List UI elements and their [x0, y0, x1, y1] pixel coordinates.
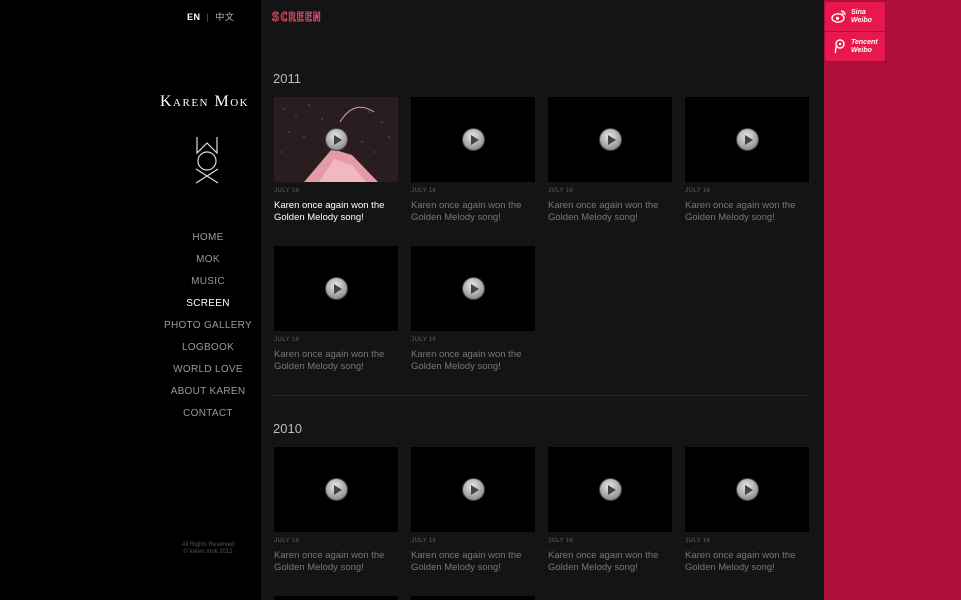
- video-card[interactable]: JULY 16 Karen once again won the Golden …: [411, 97, 535, 223]
- video-date: JULY 16: [411, 188, 437, 194]
- play-icon[interactable]: [462, 478, 485, 501]
- play-icon[interactable]: [325, 277, 348, 300]
- copyright-line-2: © karen mok 2012: [183, 549, 233, 555]
- mok-logo-icon[interactable]: [192, 135, 222, 185]
- section-divider: [273, 395, 809, 396]
- video-title[interactable]: Karen once again won the Golden Melody s…: [411, 200, 535, 223]
- video-thumbnail[interactable]: [411, 447, 535, 532]
- video-card[interactable]: JULY 16 Karen once again won the Golden …: [274, 97, 398, 223]
- video-date: JULY 16: [685, 188, 711, 194]
- video-date: JULY 16: [274, 337, 300, 343]
- tencent-weibo-icon: [834, 39, 845, 54]
- video-title[interactable]: Karen once again won the Golden Melody s…: [548, 200, 672, 223]
- brand-name[interactable]: Karen Mok: [160, 93, 249, 111]
- video-thumbnail-partial[interactable]: [274, 596, 398, 600]
- video-title[interactable]: Karen once again won the Golden Melody s…: [685, 200, 809, 223]
- sina-weibo-line-2: Weibo: [851, 17, 872, 24]
- copyright: All Rights Reserved © karen mok 2012: [156, 542, 260, 556]
- play-icon[interactable]: [325, 478, 348, 501]
- video-date: JULY 16: [411, 337, 437, 343]
- video-card[interactable]: JULY 16 Karen once again won the Golden …: [411, 246, 535, 372]
- video-thumbnail[interactable]: [274, 447, 398, 532]
- sina-weibo-line-1: Sina: [851, 9, 866, 16]
- video-thumbnail[interactable]: [548, 447, 672, 532]
- video-thumbnail[interactable]: [411, 97, 535, 182]
- video-card[interactable]: JULY 16 Karen once again won the Golden …: [548, 97, 672, 223]
- decorative-background: [824, 0, 961, 600]
- tencent-weibo-line-1: Tencent: [851, 39, 878, 46]
- video-thumbnail[interactable]: [274, 246, 398, 331]
- video-title[interactable]: Karen once again won the Golden Melody s…: [548, 550, 672, 573]
- video-date: JULY 16: [685, 538, 711, 544]
- nav-item-world-love[interactable]: WORLD LOVE: [156, 363, 260, 385]
- play-icon[interactable]: [599, 128, 622, 151]
- nav-item-contact[interactable]: CONTACT: [156, 407, 260, 429]
- lang-zh-link[interactable]: 中文: [215, 12, 234, 22]
- video-thumbnail[interactable]: [411, 246, 535, 331]
- lang-separator: |: [206, 12, 210, 22]
- sidebar: EN | 中文 Karen Mok HOME MOK MUSIC SCREEN PH…: [0, 0, 261, 600]
- nav-item-about-karen[interactable]: ABOUT KAREN: [156, 385, 260, 407]
- year-heading-2011: 2011: [273, 71, 301, 86]
- video-card[interactable]: JULY 16 Karen once again won the Golden …: [274, 246, 398, 372]
- main-content: SCREEN 2011 JULY 16 Karen once again won…: [261, 0, 824, 600]
- video-thumbnail[interactable]: [685, 447, 809, 532]
- lang-en-link[interactable]: EN: [187, 12, 201, 22]
- play-icon[interactable]: [462, 128, 485, 151]
- video-card[interactable]: JULY 16 Karen once again won the Golden …: [411, 447, 535, 573]
- sina-weibo-button[interactable]: Sina Weibo: [825, 2, 885, 31]
- video-card[interactable]: JULY 16 Karen once again won the Golden …: [274, 447, 398, 573]
- play-icon[interactable]: [599, 478, 622, 501]
- video-date: JULY 16: [548, 188, 574, 194]
- main-nav: HOME MOK MUSIC SCREEN PHOTO GALLERY LOGB…: [156, 231, 260, 429]
- play-icon[interactable]: [325, 128, 348, 151]
- nav-item-photo-gallery[interactable]: PHOTO GALLERY: [156, 319, 260, 341]
- video-title[interactable]: Karen once again won the Golden Melody s…: [411, 349, 535, 372]
- video-date: JULY 16: [411, 538, 437, 544]
- video-date: JULY 16: [274, 538, 300, 544]
- nav-item-screen[interactable]: SCREEN: [156, 297, 260, 319]
- video-thumbnail[interactable]: [548, 97, 672, 182]
- weibo-icon: [831, 10, 846, 23]
- video-date: JULY 16: [548, 538, 574, 544]
- tencent-weibo-line-2: Weibo: [851, 47, 872, 54]
- video-title[interactable]: Karen once again won the Golden Melody s…: [274, 349, 398, 372]
- video-title[interactable]: Karen once again won the Golden Melody s…: [274, 200, 398, 223]
- copyright-line-1: All Rights Reserved: [181, 542, 235, 548]
- video-card[interactable]: JULY 16 Karen once again won the Golden …: [685, 97, 809, 223]
- nav-item-logbook[interactable]: LOGBOOK: [156, 341, 260, 363]
- video-thumbnail[interactable]: [685, 97, 809, 182]
- video-card[interactable]: JULY 16 Karen once again won the Golden …: [548, 447, 672, 573]
- play-icon[interactable]: [736, 128, 759, 151]
- language-switcher: EN | 中文: [187, 10, 234, 23]
- nav-item-home[interactable]: HOME: [156, 231, 260, 253]
- video-title[interactable]: Karen once again won the Golden Melody s…: [685, 550, 809, 573]
- play-icon[interactable]: [736, 478, 759, 501]
- nav-item-music[interactable]: MUSIC: [156, 275, 260, 297]
- tencent-weibo-button[interactable]: Tencent Weibo: [825, 32, 885, 61]
- video-card[interactable]: JULY 16 Karen once again won the Golden …: [685, 447, 809, 573]
- video-thumbnail[interactable]: [274, 97, 398, 182]
- play-icon[interactable]: [462, 277, 485, 300]
- nav-item-mok[interactable]: MOK: [156, 253, 260, 275]
- video-date: JULY 16: [274, 188, 300, 194]
- video-thumbnail-partial[interactable]: [411, 596, 535, 600]
- year-heading-2010: 2010: [273, 421, 302, 436]
- page-title: SCREEN: [271, 10, 322, 25]
- video-title[interactable]: Karen once again won the Golden Melody s…: [411, 550, 535, 573]
- video-title[interactable]: Karen once again won the Golden Melody s…: [274, 550, 398, 573]
